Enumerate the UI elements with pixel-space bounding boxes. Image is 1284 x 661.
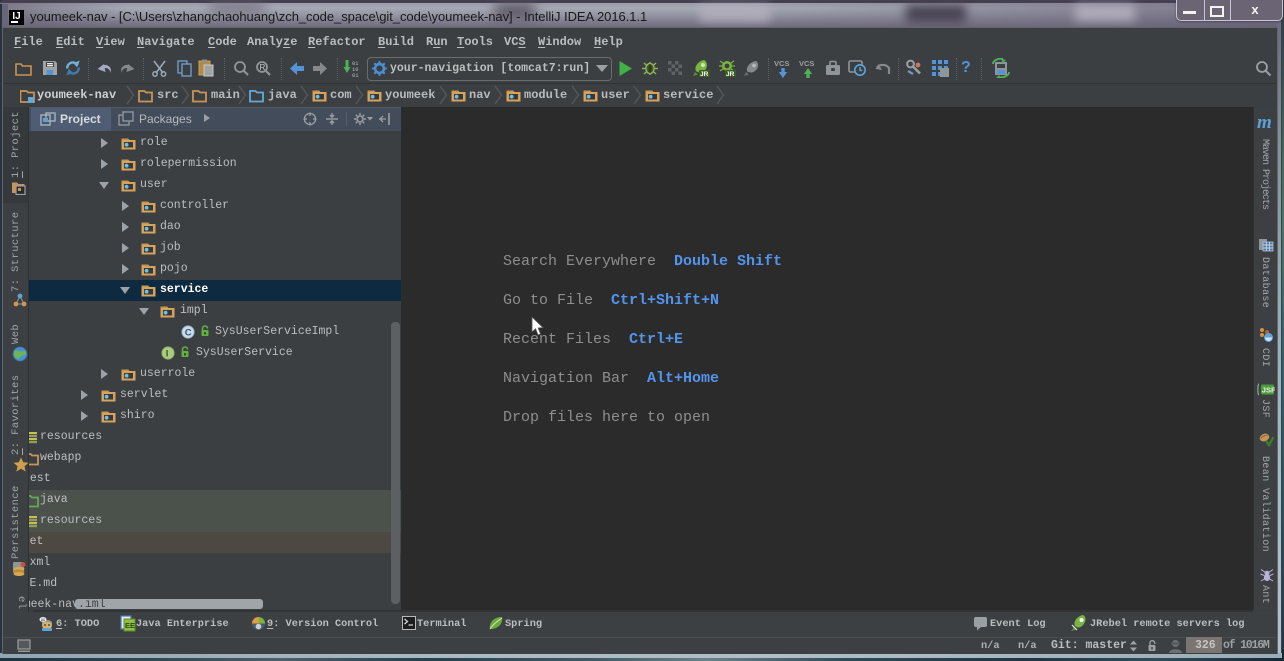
svg-text:01: 01 [352, 72, 359, 77]
svg-text:JR: JR [700, 71, 709, 78]
svg-text:JSF: JSF [1262, 386, 1275, 395]
svg-text:VCS: VCS [774, 59, 789, 68]
svg-text:VCS: VCS [799, 59, 814, 68]
svg-text:JR: JR [726, 71, 735, 78]
svg-text:EE: EE [125, 621, 135, 630]
svg-text:R: R [260, 63, 266, 72]
